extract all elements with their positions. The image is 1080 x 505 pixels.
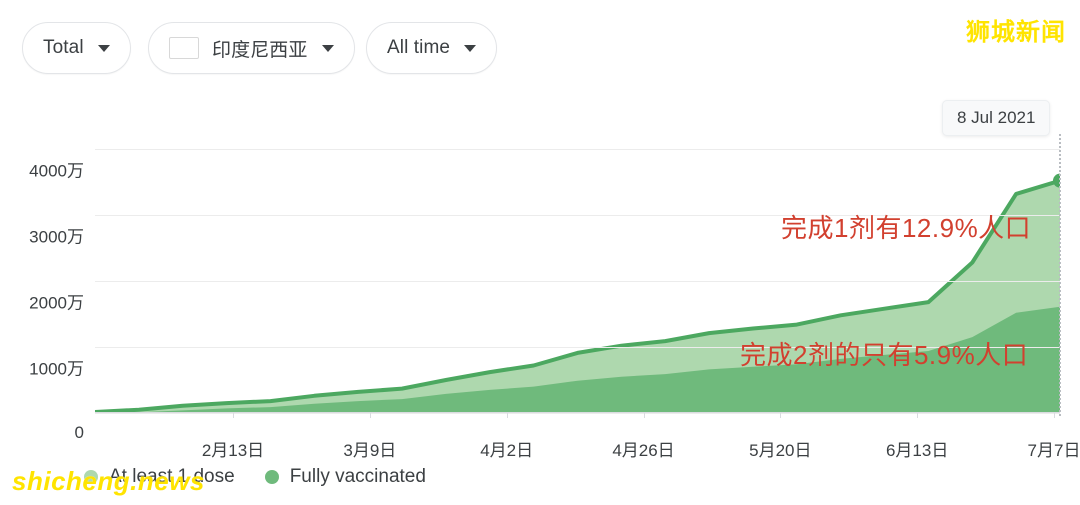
time-range-dropdown-label: All time — [387, 37, 450, 59]
legend-label: Fully vaccinated — [290, 466, 426, 488]
x-axis-tick-mark — [233, 413, 234, 418]
x-axis-tick-label: 5月20日 — [749, 436, 811, 461]
x-axis-tick-label: 6月13日 — [886, 436, 948, 461]
x-axis-labels: 2月13日 3月9日 4月2日 4月26日 5月20日 6月13日 7月7日 — [0, 436, 1080, 466]
y-axis-tick-label: 1000万 — [0, 355, 84, 380]
hover-indicator-line — [1059, 134, 1061, 416]
x-axis-tick-mark — [370, 413, 371, 418]
legend-color-dot — [265, 470, 279, 484]
x-axis-tick-mark — [780, 413, 781, 418]
x-axis-tick-label: 4月2日 — [480, 436, 533, 461]
gridline — [95, 281, 1060, 282]
chevron-down-icon — [322, 45, 334, 52]
metric-dropdown-label: Total — [43, 37, 84, 59]
x-axis-tick-mark — [917, 413, 918, 418]
x-axis-line — [95, 412, 1060, 413]
x-axis-tick-label: 7月7日 — [1028, 436, 1080, 461]
watermark-bottom-left: shicheng.news — [12, 466, 205, 497]
vaccination-area-chart: 01000万2000万3000万4000万 — [0, 96, 1080, 436]
x-axis-tick-mark — [1054, 413, 1055, 418]
gridline — [95, 413, 1060, 414]
chevron-down-icon — [464, 45, 476, 52]
x-axis-tick-label: 2月13日 — [202, 436, 264, 461]
date-tooltip-text: 8 Jul 2021 — [957, 108, 1035, 128]
date-tooltip: 8 Jul 2021 — [942, 100, 1050, 136]
y-axis-tick-label: 2000万 — [0, 289, 84, 314]
x-axis-tick-mark — [644, 413, 645, 418]
watermark-top-right: 狮城新闻 — [966, 12, 1066, 47]
annotation-fully-vaccinated: 完成2剂的只有5.9%人口 — [740, 335, 1028, 372]
x-axis-tick-label: 3月9日 — [343, 436, 396, 461]
chevron-down-icon — [98, 45, 110, 52]
time-range-dropdown[interactable]: All time — [366, 22, 497, 74]
filter-controls-bar: Total 印度尼西亚 All time — [0, 0, 1080, 96]
indonesia-flag-icon — [169, 37, 199, 59]
country-dropdown-label: 印度尼西亚 — [212, 35, 308, 62]
annotation-first-dose: 完成1剂有12.9%人口 — [781, 208, 1031, 245]
x-axis-tick-mark — [507, 413, 508, 418]
gridline — [95, 149, 1060, 150]
y-axis-tick-label: 3000万 — [0, 223, 84, 248]
x-axis-tick-label: 4月26日 — [612, 436, 674, 461]
legend-item[interactable]: Fully vaccinated — [265, 466, 426, 488]
y-axis-tick-label: 4000万 — [0, 157, 84, 182]
country-dropdown[interactable]: 印度尼西亚 — [148, 22, 355, 74]
metric-dropdown[interactable]: Total — [22, 22, 131, 74]
